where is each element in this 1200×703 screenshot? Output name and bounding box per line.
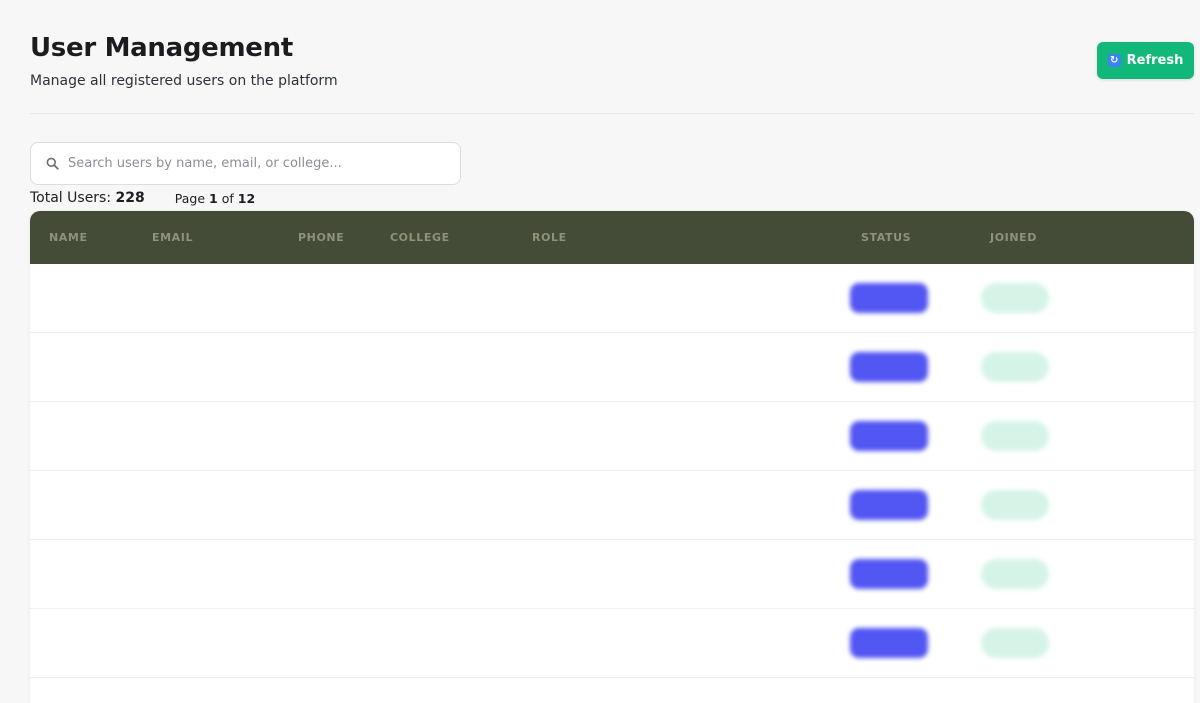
header-divider [30, 113, 1194, 114]
status-badge [981, 559, 1049, 589]
page-title: User Management [30, 33, 293, 63]
table-row[interactable] [30, 540, 1194, 609]
column-header-status[interactable]: STATUS [861, 231, 911, 244]
search-icon [46, 157, 59, 170]
table-row[interactable] [30, 471, 1194, 540]
status-badge [981, 421, 1049, 451]
role-badge [850, 559, 928, 589]
status-badge [981, 628, 1049, 658]
page-of: of [221, 190, 234, 206]
page-total: 12 [237, 190, 256, 206]
users-table: NAME EMAIL PHONE COLLEGE ROLE STATUS JOI… [30, 211, 1194, 703]
table-row[interactable] [30, 609, 1194, 678]
status-badge [981, 283, 1049, 313]
search-box[interactable] [30, 142, 461, 185]
table-row[interactable] [30, 402, 1194, 471]
column-header-email[interactable]: EMAIL [152, 231, 193, 244]
refresh-button-label: Refresh [1126, 53, 1184, 68]
column-header-role[interactable]: ROLE [532, 231, 567, 244]
role-badge [850, 352, 928, 382]
column-header-joined[interactable]: JOINED [990, 231, 1037, 244]
refresh-icon: ↻ [1107, 54, 1121, 67]
table-row[interactable] [30, 264, 1194, 333]
total-users-count: 228 [115, 190, 145, 206]
role-badge [850, 628, 928, 658]
table-row[interactable] [30, 333, 1194, 402]
table-stats: Total Users: 228 Page 1 of 12 [30, 189, 255, 207]
column-header-name[interactable]: NAME [49, 231, 88, 244]
page-indicator: Page 1 of 12 [175, 191, 255, 206]
page-current: 1 [209, 190, 218, 206]
column-header-college[interactable]: COLLEGE [390, 231, 450, 244]
total-users: Total Users: 228 [30, 190, 145, 206]
status-badge [981, 352, 1049, 382]
role-badge [850, 490, 928, 520]
search-input[interactable] [68, 156, 460, 171]
page-label: Page [174, 190, 206, 206]
table-body [30, 264, 1194, 678]
page-subtitle: Manage all registered users on the platf… [30, 73, 338, 89]
status-badge [981, 490, 1049, 520]
column-header-phone[interactable]: PHONE [298, 231, 344, 244]
role-badge [850, 283, 928, 313]
table-header: NAME EMAIL PHONE COLLEGE ROLE STATUS JOI… [30, 211, 1194, 264]
refresh-button[interactable]: ↻ Refresh [1097, 42, 1194, 79]
total-users-label: Total Users: [30, 190, 112, 206]
role-badge [850, 421, 928, 451]
